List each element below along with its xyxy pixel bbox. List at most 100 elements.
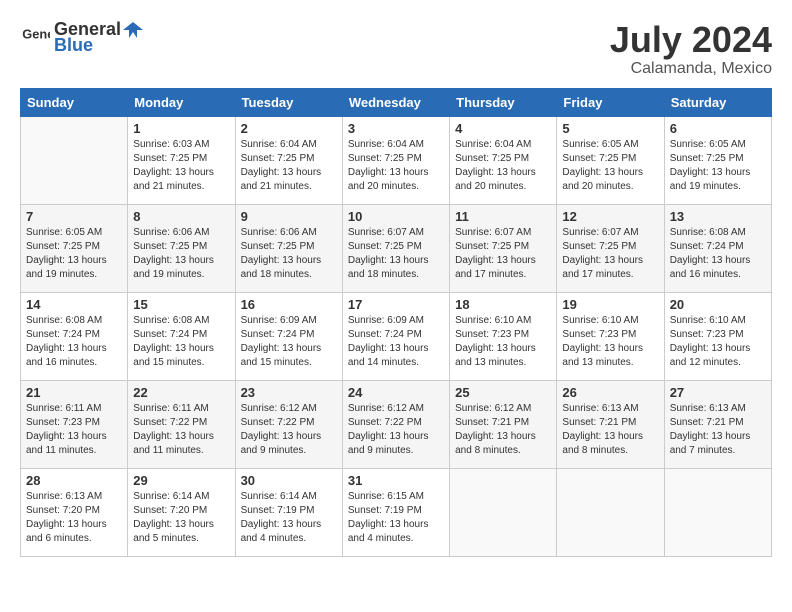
- calendar-cell: 26 Sunrise: 6:13 AMSunset: 7:21 PMDaylig…: [557, 380, 664, 468]
- calendar-cell: 10 Sunrise: 6:07 AMSunset: 7:25 PMDaylig…: [342, 204, 449, 292]
- calendar-table: SundayMondayTuesdayWednesdayThursdayFrid…: [20, 88, 772, 557]
- calendar-cell: 20 Sunrise: 6:10 AMSunset: 7:23 PMDaylig…: [664, 292, 771, 380]
- calendar-cell: [557, 468, 664, 556]
- day-info: Sunrise: 6:13 AMSunset: 7:20 PMDaylight:…: [26, 490, 122, 546]
- day-number: 30: [241, 473, 337, 488]
- day-number: 21: [26, 385, 122, 400]
- day-info: Sunrise: 6:04 AMSunset: 7:25 PMDaylight:…: [455, 138, 551, 194]
- day-number: 1: [133, 121, 229, 136]
- calendar-cell: 21 Sunrise: 6:11 AMSunset: 7:23 PMDaylig…: [21, 380, 128, 468]
- day-info: Sunrise: 6:05 AMSunset: 7:25 PMDaylight:…: [26, 226, 122, 282]
- day-info: Sunrise: 6:09 AMSunset: 7:24 PMDaylight:…: [241, 314, 337, 370]
- day-number: 19: [562, 297, 658, 312]
- day-info: Sunrise: 6:06 AMSunset: 7:25 PMDaylight:…: [133, 226, 229, 282]
- day-info: Sunrise: 6:03 AMSunset: 7:25 PMDaylight:…: [133, 138, 229, 194]
- calendar-week-row: 28 Sunrise: 6:13 AMSunset: 7:20 PMDaylig…: [21, 468, 772, 556]
- day-info: Sunrise: 6:07 AMSunset: 7:25 PMDaylight:…: [348, 226, 444, 282]
- calendar-cell: 7 Sunrise: 6:05 AMSunset: 7:25 PMDayligh…: [21, 204, 128, 292]
- day-number: 27: [670, 385, 766, 400]
- day-number: 17: [348, 297, 444, 312]
- day-number: 10: [348, 209, 444, 224]
- month-year-title: July 2024: [610, 20, 772, 60]
- day-number: 3: [348, 121, 444, 136]
- col-header-friday: Friday: [557, 88, 664, 116]
- day-number: 5: [562, 121, 658, 136]
- calendar-cell: 22 Sunrise: 6:11 AMSunset: 7:22 PMDaylig…: [128, 380, 235, 468]
- calendar-cell: 15 Sunrise: 6:08 AMSunset: 7:24 PMDaylig…: [128, 292, 235, 380]
- day-info: Sunrise: 6:08 AMSunset: 7:24 PMDaylight:…: [670, 226, 766, 282]
- day-info: Sunrise: 6:12 AMSunset: 7:22 PMDaylight:…: [241, 402, 337, 458]
- day-number: 7: [26, 209, 122, 224]
- day-number: 4: [455, 121, 551, 136]
- day-number: 25: [455, 385, 551, 400]
- logo-general-text: General: [20, 24, 50, 51]
- calendar-cell: [664, 468, 771, 556]
- calendar-week-row: 21 Sunrise: 6:11 AMSunset: 7:23 PMDaylig…: [21, 380, 772, 468]
- day-number: 20: [670, 297, 766, 312]
- day-info: Sunrise: 6:11 AMSunset: 7:22 PMDaylight:…: [133, 402, 229, 458]
- day-info: Sunrise: 6:10 AMSunset: 7:23 PMDaylight:…: [670, 314, 766, 370]
- day-info: Sunrise: 6:08 AMSunset: 7:24 PMDaylight:…: [133, 314, 229, 370]
- day-info: Sunrise: 6:10 AMSunset: 7:23 PMDaylight:…: [455, 314, 551, 370]
- day-number: 23: [241, 385, 337, 400]
- calendar-week-row: 7 Sunrise: 6:05 AMSunset: 7:25 PMDayligh…: [21, 204, 772, 292]
- day-info: Sunrise: 6:07 AMSunset: 7:25 PMDaylight:…: [562, 226, 658, 282]
- day-info: Sunrise: 6:10 AMSunset: 7:23 PMDaylight:…: [562, 314, 658, 370]
- calendar-cell: 14 Sunrise: 6:08 AMSunset: 7:24 PMDaylig…: [21, 292, 128, 380]
- calendar-cell: 1 Sunrise: 6:03 AMSunset: 7:25 PMDayligh…: [128, 116, 235, 204]
- day-number: 29: [133, 473, 229, 488]
- col-header-sunday: Sunday: [21, 88, 128, 116]
- calendar-cell: 19 Sunrise: 6:10 AMSunset: 7:23 PMDaylig…: [557, 292, 664, 380]
- day-info: Sunrise: 6:06 AMSunset: 7:25 PMDaylight:…: [241, 226, 337, 282]
- day-info: Sunrise: 6:15 AMSunset: 7:19 PMDaylight:…: [348, 490, 444, 546]
- calendar-cell: 8 Sunrise: 6:06 AMSunset: 7:25 PMDayligh…: [128, 204, 235, 292]
- calendar-cell: 16 Sunrise: 6:09 AMSunset: 7:24 PMDaylig…: [235, 292, 342, 380]
- calendar-cell: 25 Sunrise: 6:12 AMSunset: 7:21 PMDaylig…: [450, 380, 557, 468]
- logo-bird-icon: [123, 22, 143, 38]
- calendar-cell: 24 Sunrise: 6:12 AMSunset: 7:22 PMDaylig…: [342, 380, 449, 468]
- calendar-header-row: SundayMondayTuesdayWednesdayThursdayFrid…: [21, 88, 772, 116]
- calendar-cell: 30 Sunrise: 6:14 AMSunset: 7:19 PMDaylig…: [235, 468, 342, 556]
- col-header-monday: Monday: [128, 88, 235, 116]
- calendar-cell: 12 Sunrise: 6:07 AMSunset: 7:25 PMDaylig…: [557, 204, 664, 292]
- calendar-cell: 17 Sunrise: 6:09 AMSunset: 7:24 PMDaylig…: [342, 292, 449, 380]
- day-info: Sunrise: 6:13 AMSunset: 7:21 PMDaylight:…: [670, 402, 766, 458]
- page-header: General General Blue July 2024 Calamanda…: [20, 20, 772, 78]
- calendar-cell: 29 Sunrise: 6:14 AMSunset: 7:20 PMDaylig…: [128, 468, 235, 556]
- day-info: Sunrise: 6:13 AMSunset: 7:21 PMDaylight:…: [562, 402, 658, 458]
- calendar-cell: 18 Sunrise: 6:10 AMSunset: 7:23 PMDaylig…: [450, 292, 557, 380]
- calendar-cell: 4 Sunrise: 6:04 AMSunset: 7:25 PMDayligh…: [450, 116, 557, 204]
- calendar-cell: 5 Sunrise: 6:05 AMSunset: 7:25 PMDayligh…: [557, 116, 664, 204]
- day-info: Sunrise: 6:04 AMSunset: 7:25 PMDaylight:…: [241, 138, 337, 194]
- calendar-cell: 27 Sunrise: 6:13 AMSunset: 7:21 PMDaylig…: [664, 380, 771, 468]
- day-info: Sunrise: 6:09 AMSunset: 7:24 PMDaylight:…: [348, 314, 444, 370]
- calendar-cell: 31 Sunrise: 6:15 AMSunset: 7:19 PMDaylig…: [342, 468, 449, 556]
- day-info: Sunrise: 6:11 AMSunset: 7:23 PMDaylight:…: [26, 402, 122, 458]
- day-info: Sunrise: 6:12 AMSunset: 7:21 PMDaylight:…: [455, 402, 551, 458]
- col-header-saturday: Saturday: [664, 88, 771, 116]
- day-number: 12: [562, 209, 658, 224]
- col-header-tuesday: Tuesday: [235, 88, 342, 116]
- day-number: 8: [133, 209, 229, 224]
- col-header-thursday: Thursday: [450, 88, 557, 116]
- location-subtitle: Calamanda, Mexico: [610, 60, 772, 78]
- svg-text:General: General: [22, 27, 50, 42]
- calendar-cell: 23 Sunrise: 6:12 AMSunset: 7:22 PMDaylig…: [235, 380, 342, 468]
- day-number: 24: [348, 385, 444, 400]
- day-number: 18: [455, 297, 551, 312]
- calendar-cell: [21, 116, 128, 204]
- day-number: 28: [26, 473, 122, 488]
- day-info: Sunrise: 6:12 AMSunset: 7:22 PMDaylight:…: [348, 402, 444, 458]
- day-number: 13: [670, 209, 766, 224]
- day-info: Sunrise: 6:07 AMSunset: 7:25 PMDaylight:…: [455, 226, 551, 282]
- calendar-cell: 2 Sunrise: 6:04 AMSunset: 7:25 PMDayligh…: [235, 116, 342, 204]
- day-number: 2: [241, 121, 337, 136]
- day-number: 11: [455, 209, 551, 224]
- day-info: Sunrise: 6:05 AMSunset: 7:25 PMDaylight:…: [562, 138, 658, 194]
- logo: General General Blue: [20, 20, 143, 56]
- day-info: Sunrise: 6:05 AMSunset: 7:25 PMDaylight:…: [670, 138, 766, 194]
- day-number: 26: [562, 385, 658, 400]
- calendar-cell: [450, 468, 557, 556]
- calendar-week-row: 14 Sunrise: 6:08 AMSunset: 7:24 PMDaylig…: [21, 292, 772, 380]
- calendar-week-row: 1 Sunrise: 6:03 AMSunset: 7:25 PMDayligh…: [21, 116, 772, 204]
